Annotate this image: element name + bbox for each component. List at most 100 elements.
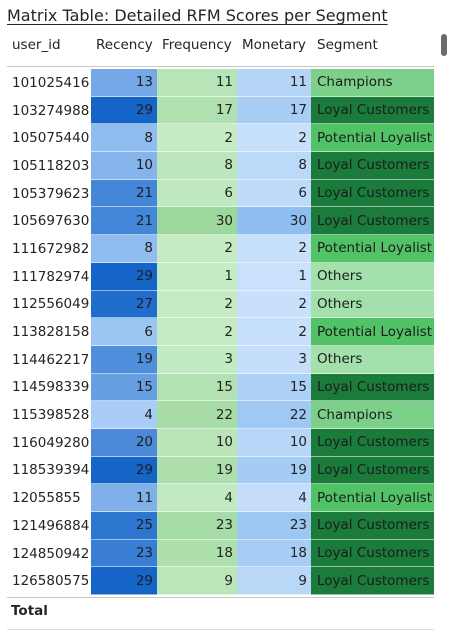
total-label: Total: [11, 603, 48, 619]
table-row[interactable]: 103274988 29 17 17 Loyal Customers: [7, 96, 434, 125]
table-row[interactable]: 114598339 15 15 15 Loyal Customers: [7, 373, 434, 402]
table-row[interactable]: 105075440 8 2 2 Potential Loyalist: [7, 124, 434, 153]
frequency-cell: 23: [157, 512, 237, 540]
monetary-cell: 22: [237, 401, 311, 429]
user-id-cell: 111782974: [12, 268, 90, 285]
frequency-cell: 8: [157, 152, 237, 180]
table-row[interactable]: 121496884 25 23 23 Loyal Customers: [7, 512, 434, 540]
recency-cell: 19: [91, 345, 157, 374]
scrollbar-thumb[interactable]: [441, 34, 447, 56]
recency-cell: 29: [91, 567, 157, 596]
visual-title: Matrix Table: Detailed RFM Scores per Se…: [7, 6, 388, 25]
frequency-cell: 30: [157, 207, 237, 236]
user-id-cell: 103274988: [12, 102, 90, 119]
column-header-user-id[interactable]: user_id: [12, 37, 61, 57]
frequency-cell: 18: [157, 539, 237, 568]
table-row[interactable]: 111782974 29 1 1 Others: [7, 262, 434, 291]
recency-cell: 4: [91, 401, 157, 429]
recency-cell: 21: [91, 207, 157, 236]
column-header-recency[interactable]: Recency: [96, 37, 153, 57]
frequency-cell: 11: [157, 69, 237, 97]
recency-cell: 11: [91, 484, 157, 512]
table-row[interactable]: 113828158 6 2 2 Potential Loyalist: [7, 318, 434, 346]
recency-cell: 8: [91, 235, 157, 263]
user-id-cell: 126580575: [12, 573, 90, 590]
user-id-cell: 114462217: [12, 351, 90, 368]
table-row[interactable]: 115398528 4 22 22 Champions: [7, 401, 434, 429]
frequency-cell: 9: [157, 567, 237, 596]
recency-cell: 29: [91, 456, 157, 485]
table-row[interactable]: 112556049 27 2 2 Others: [7, 290, 434, 319]
monetary-cell: 10: [237, 428, 311, 457]
segment-cell: Loyal Customers: [311, 428, 434, 457]
segment-cell: Potential Loyalist: [311, 235, 434, 263]
table-row[interactable]: 105118203 10 8 8 Loyal Customers: [7, 152, 434, 180]
bottom-divider: [7, 629, 434, 630]
segment-cell: Loyal Customers: [311, 539, 434, 568]
header-divider: [7, 66, 434, 67]
monetary-cell: 17: [237, 96, 311, 125]
frequency-cell: 15: [157, 373, 237, 402]
monetary-cell: 11: [237, 69, 311, 97]
table-row[interactable]: 111672982 8 2 2 Potential Loyalist: [7, 235, 434, 263]
table-row[interactable]: 124850942 23 18 18 Loyal Customers: [7, 539, 434, 568]
user-id-cell: 101025416: [12, 74, 90, 91]
user-id-cell: 105118203: [12, 157, 90, 174]
frequency-cell: 17: [157, 96, 237, 125]
table-row[interactable]: 105379623 21 6 6 Loyal Customers: [7, 179, 434, 208]
column-header-frequency[interactable]: Frequency: [162, 37, 232, 57]
segment-cell: Loyal Customers: [311, 152, 434, 180]
segment-cell: Loyal Customers: [311, 512, 434, 540]
segment-cell: Potential Loyalist: [311, 484, 434, 512]
recency-cell: 8: [91, 124, 157, 153]
monetary-cell: 18: [237, 539, 311, 568]
recency-cell: 23: [91, 539, 157, 568]
monetary-cell: 4: [237, 484, 311, 512]
column-header-monetary[interactable]: Monetary: [242, 37, 306, 57]
user-id-cell: 115398528: [12, 407, 90, 424]
monetary-cell: 23: [237, 512, 311, 540]
vertical-scrollbar[interactable]: [440, 36, 448, 596]
table-row[interactable]: 126580575 29 9 9 Loyal Customers: [7, 567, 434, 596]
frequency-cell: 2: [157, 290, 237, 319]
total-divider: [7, 597, 434, 598]
recency-cell: 29: [91, 262, 157, 291]
recency-cell: 6: [91, 318, 157, 346]
segment-cell: Loyal Customers: [311, 96, 434, 125]
segment-cell: Champions: [311, 401, 434, 429]
monetary-cell: 19: [237, 456, 311, 485]
segment-cell: Loyal Customers: [311, 456, 434, 485]
column-header-segment[interactable]: Segment: [317, 37, 378, 57]
recency-cell: 29: [91, 96, 157, 125]
user-id-cell: 116049280: [12, 434, 90, 451]
table-row[interactable]: 116049280 20 10 10 Loyal Customers: [7, 428, 434, 457]
recency-cell: 13: [91, 69, 157, 97]
user-id-cell: 12055855: [12, 490, 81, 507]
recency-cell: 20: [91, 428, 157, 457]
segment-cell: Champions: [311, 69, 434, 97]
segment-cell: Others: [311, 262, 434, 291]
table-row[interactable]: 101025416 13 11 11 Champions: [7, 69, 434, 97]
table-row[interactable]: 12055855 11 4 4 Potential Loyalist: [7, 484, 434, 512]
segment-cell: Loyal Customers: [311, 373, 434, 402]
segment-cell: Loyal Customers: [311, 567, 434, 596]
table-row[interactable]: 118539394 29 19 19 Loyal Customers: [7, 456, 434, 485]
segment-cell: Loyal Customers: [311, 207, 434, 236]
frequency-cell: 2: [157, 235, 237, 263]
frequency-cell: 10: [157, 428, 237, 457]
user-id-cell: 105075440: [12, 130, 90, 147]
user-id-cell: 114598339: [12, 379, 90, 396]
table-row[interactable]: 105697630 21 30 30 Loyal Customers: [7, 207, 434, 236]
monetary-cell: 2: [237, 124, 311, 153]
table-row[interactable]: 114462217 19 3 3 Others: [7, 345, 434, 374]
monetary-cell: 9: [237, 567, 311, 596]
monetary-cell: 15: [237, 373, 311, 402]
monetary-cell: 6: [237, 179, 311, 208]
recency-cell: 15: [91, 373, 157, 402]
monetary-cell: 8: [237, 152, 311, 180]
user-id-cell: 105697630: [12, 213, 90, 230]
monetary-cell: 3: [237, 345, 311, 374]
frequency-cell: 3: [157, 345, 237, 374]
frequency-cell: 4: [157, 484, 237, 512]
recency-cell: 21: [91, 179, 157, 208]
